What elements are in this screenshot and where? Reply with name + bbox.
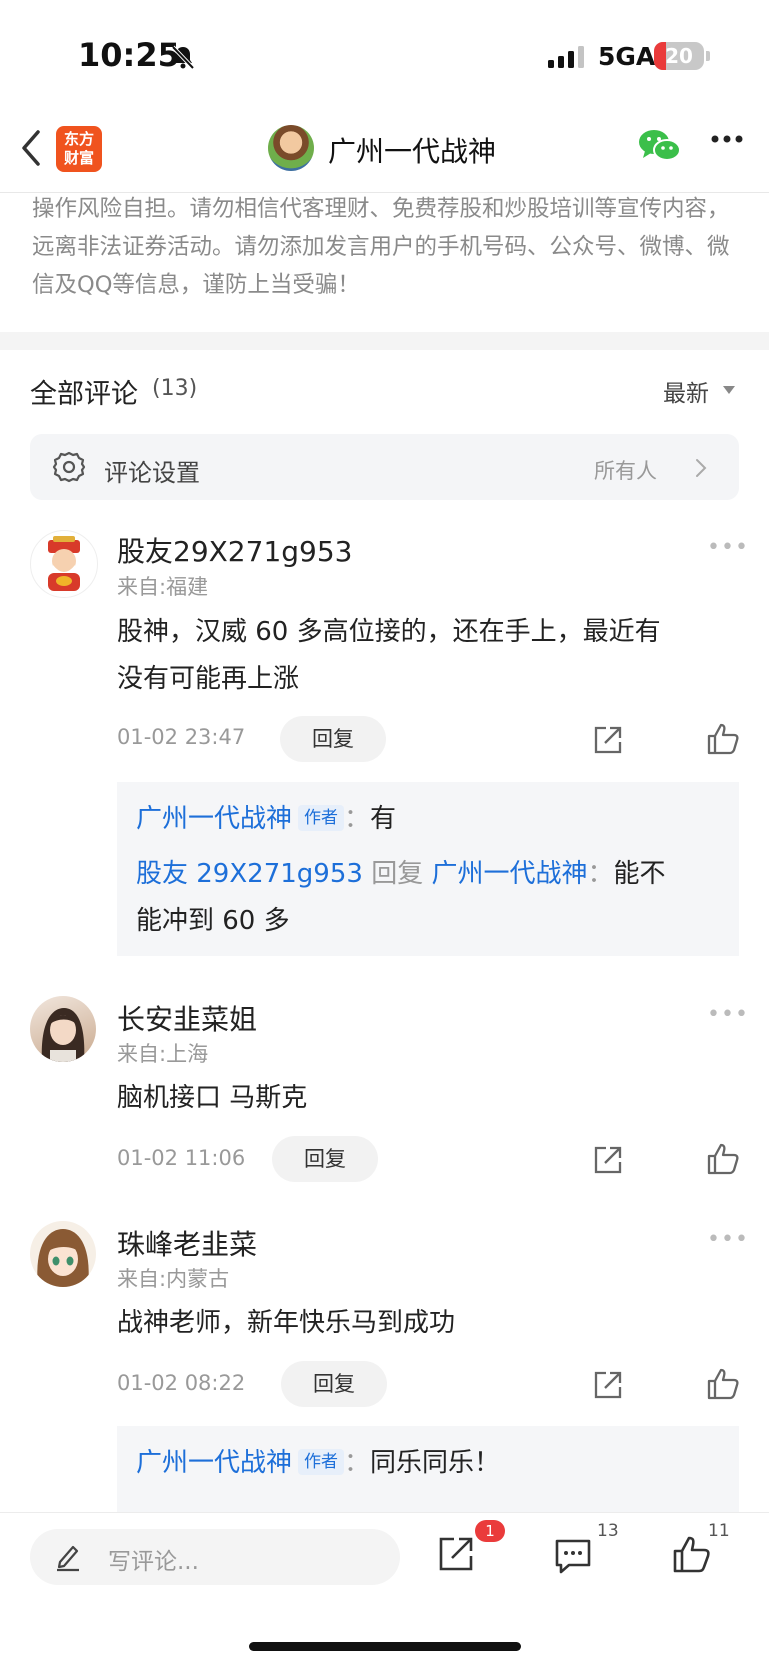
like-icon[interactable] xyxy=(706,1367,740,1401)
reply-word: 回复 xyxy=(371,859,424,889)
reply-line: 股友 29X271g953 回复 广州一代战神：能不 xyxy=(136,851,666,897)
comment-input[interactable] xyxy=(30,1529,400,1585)
network-label: 5GA xyxy=(598,42,656,71)
reply-line: 广州一代战神 作者 ：同乐同乐！ xyxy=(136,1440,500,1486)
wechat-icon[interactable] xyxy=(638,128,682,164)
like-icon[interactable] xyxy=(706,1142,740,1176)
comment-more-icon[interactable]: ••• xyxy=(707,1002,749,1027)
status-time: 10:25 xyxy=(78,36,180,74)
comment-count: 13 xyxy=(597,1521,619,1541)
battery-level: 20 xyxy=(665,44,693,68)
reply-colon: ： xyxy=(344,1448,371,1478)
comment-text: 战神老师，新年快乐马到成功 xyxy=(117,1308,456,1338)
reply-target-link[interactable]: 广州一代战神 xyxy=(431,859,587,889)
section-separator xyxy=(0,332,769,350)
comment-username[interactable]: 珠峰老韭菜 xyxy=(117,1223,257,1263)
reply-author-link[interactable]: 广州一代战神 xyxy=(136,1448,292,1478)
comment-text-line: 股神，汉威 60 多高位接的，还在手上，最近有 xyxy=(117,617,661,647)
app-logo-line1: 东方 xyxy=(63,130,94,148)
comment-username[interactable]: 长安韭菜姐 xyxy=(117,998,257,1038)
reply-colon: ： xyxy=(344,804,371,834)
share-icon[interactable] xyxy=(592,1144,624,1176)
like-count: 11 xyxy=(708,1521,730,1541)
risk-disclaimer: 操作风险自担。请勿相信代客理财、免费荐股和炒股培训等宣传内容，远离非法证券活动。… xyxy=(32,196,730,298)
reply-button[interactable]: 回复 xyxy=(272,1136,378,1182)
comment-time: 01-02 11:06 xyxy=(117,1146,246,1170)
comment-location: 来自:上海 xyxy=(117,1042,209,1066)
bottom-divider xyxy=(0,1512,769,1513)
girl-avatar-icon xyxy=(41,1008,85,1062)
page-title[interactable]: 广州一代战神 xyxy=(328,130,496,170)
comment-text-line: 没有可能再上涨 xyxy=(117,664,300,694)
comment-settings-value: 所有人 xyxy=(594,459,657,483)
share-badge: 1 xyxy=(475,1520,505,1542)
comment-text: 脑机接口 马斯克 xyxy=(117,1083,308,1113)
reply-text: 能冲到 60 多 xyxy=(136,906,290,936)
battery-indicator: 20 xyxy=(654,42,704,70)
caishen-avatar-icon xyxy=(48,536,80,591)
caret-down-icon[interactable] xyxy=(723,386,735,394)
comment-more-icon[interactable]: ••• xyxy=(707,535,749,560)
reply-author-link[interactable]: 股友 29X271g953 xyxy=(136,859,363,889)
gear-icon xyxy=(52,451,86,483)
reply-author-link[interactable]: 广州一代战神 xyxy=(136,804,292,834)
comment-settings-label: 评论设置 xyxy=(104,459,200,487)
bell-slash-icon xyxy=(171,45,195,70)
share-icon[interactable] xyxy=(436,1534,476,1574)
author-badge: 作者 xyxy=(298,805,345,831)
comment-time: 01-02 08:22 xyxy=(117,1371,246,1395)
comment-username[interactable]: 股友29X271g953 xyxy=(117,530,352,570)
reply-text: 能不 xyxy=(613,859,666,889)
comment-location: 来自:内蒙古 xyxy=(117,1267,230,1291)
reply-colon: ： xyxy=(587,859,614,889)
author-badge: 作者 xyxy=(298,1449,345,1475)
comments-title: 全部评论 xyxy=(30,379,138,410)
home-indicator[interactable] xyxy=(249,1642,521,1651)
signal-icon xyxy=(548,46,584,68)
avatar[interactable] xyxy=(30,530,98,598)
app-logo-line2: 财富 xyxy=(63,149,94,167)
comment-text: 股神，汉威 60 多高位接的，还在手上，最近有 没有可能再上涨 xyxy=(117,609,737,703)
reply-text: 同乐同乐！ xyxy=(370,1448,501,1478)
more-icon[interactable] xyxy=(710,134,744,144)
thumbs-up-icon[interactable] xyxy=(671,1534,711,1574)
reply-text: 有 xyxy=(370,804,397,834)
battery-tip xyxy=(706,51,710,61)
back-arrow-icon[interactable] xyxy=(18,128,44,168)
comment-input-placeholder: 写评论... xyxy=(108,1549,199,1575)
share-icon[interactable] xyxy=(592,1369,624,1401)
comment-time: 01-02 23:47 xyxy=(117,725,246,749)
pen-icon xyxy=(57,1545,79,1572)
author-avatar[interactable] xyxy=(268,125,314,171)
chevron-right-icon xyxy=(696,459,707,477)
share-icon[interactable] xyxy=(592,724,624,756)
comment-more-icon[interactable]: ••• xyxy=(707,1227,749,1252)
reply-line: 广州一代战神 作者 ：有 xyxy=(136,796,396,842)
reply-button[interactable]: 回复 xyxy=(280,716,386,762)
comments-count: (13) xyxy=(152,376,198,401)
like-icon[interactable] xyxy=(706,722,740,756)
reply-button[interactable]: 回复 xyxy=(281,1361,387,1407)
comment-icon[interactable] xyxy=(553,1536,593,1576)
avatar[interactable] xyxy=(30,1221,96,1287)
comment-location: 来自:福建 xyxy=(117,575,209,599)
sort-dropdown[interactable]: 最新 xyxy=(663,374,709,408)
app-logo[interactable]: 东方 财富 xyxy=(56,126,102,172)
avatar[interactable] xyxy=(30,996,96,1062)
anime-girl-avatar-icon xyxy=(37,1229,89,1287)
